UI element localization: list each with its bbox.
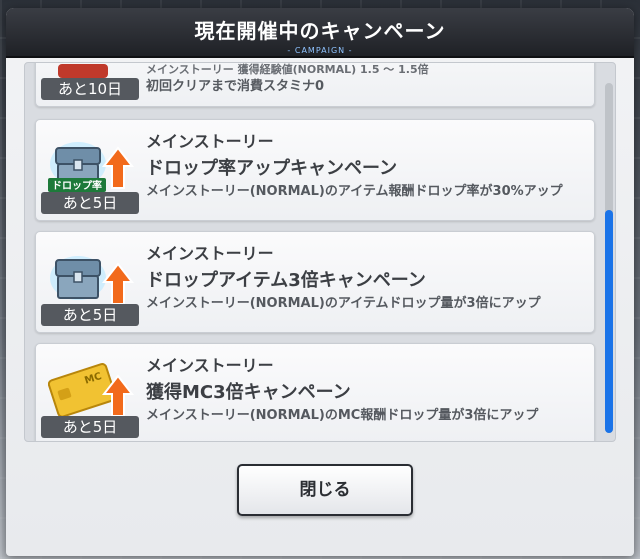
campaign-list[interactable]: メインストーリー 獲得経験値(NORMAL) 1.5 ～ 1.5倍 初回クリアま…: [24, 62, 616, 442]
days-left-badge: あと5日: [41, 304, 139, 326]
campaign-card[interactable]: メインストーリー 獲得経験値(NORMAL) 1.5 ～ 1.5倍 初回クリアま…: [35, 63, 595, 107]
days-left-badge: あと10日: [41, 78, 139, 100]
campaign-name: メインストーリー 獲得経験値(NORMAL) 1.5 ～ 1.5倍: [146, 63, 429, 75]
campaign-card[interactable]: ドロップ率 あと5日 メインストーリー ドロップ率アップキャンペーン メインスト…: [35, 119, 595, 221]
campaign-description: メインストーリー(NORMAL)のアイテムドロップ量が3倍にアップ: [146, 296, 541, 311]
treasure-chest-icon: [48, 242, 136, 308]
campaign-dialog: 現在開催中のキャンペーン - CAMPAIGN - メインストーリー 獲得経験値…: [6, 8, 634, 556]
days-left-badge: あと5日: [41, 416, 139, 438]
treasure-chest-drop-rate-icon: ドロップ率: [48, 130, 136, 196]
campaign-category: メインストーリー: [146, 244, 274, 263]
days-left-badge: あと5日: [41, 192, 139, 214]
campaign-name: ドロップアイテム3倍キャンペーン: [146, 270, 426, 291]
scrollbar[interactable]: [605, 83, 613, 433]
icon-label: ドロップ率: [52, 179, 102, 192]
campaign-name: ドロップ率アップキャンペーン: [146, 158, 398, 179]
campaign-name: 獲得MC3倍キャンペーン: [146, 382, 351, 403]
close-button[interactable]: 閉じる: [237, 464, 413, 516]
dialog-title: 現在開催中のキャンペーン: [194, 19, 446, 43]
campaign-description: メインストーリー(NORMAL)のアイテム報酬ドロップ率が30%アップ: [146, 184, 563, 199]
mc-card-icon: MC: [47, 354, 136, 420]
campaign-category: メインストーリー: [146, 132, 274, 151]
scrollbar-thumb[interactable]: [605, 210, 613, 433]
campaign-card[interactable]: あと5日 メインストーリー ドロップアイテム3倍キャンペーン メインストーリー(…: [35, 231, 595, 333]
campaign-category: メインストーリー: [146, 356, 274, 375]
campaign-description: メインストーリー(NORMAL)のMC報酬ドロップ量が3倍にアップ: [146, 408, 539, 423]
campaign-description: 初回クリアまで消費スタミナ0: [146, 79, 325, 94]
dialog-header: 現在開催中のキャンペーン - CAMPAIGN -: [6, 8, 634, 58]
dialog-subtitle: - CAMPAIGN -: [287, 46, 353, 55]
campaign-card[interactable]: MC あと5日 メインストーリー 獲得MC3倍キャンペーン メインストーリー(N…: [35, 343, 595, 441]
